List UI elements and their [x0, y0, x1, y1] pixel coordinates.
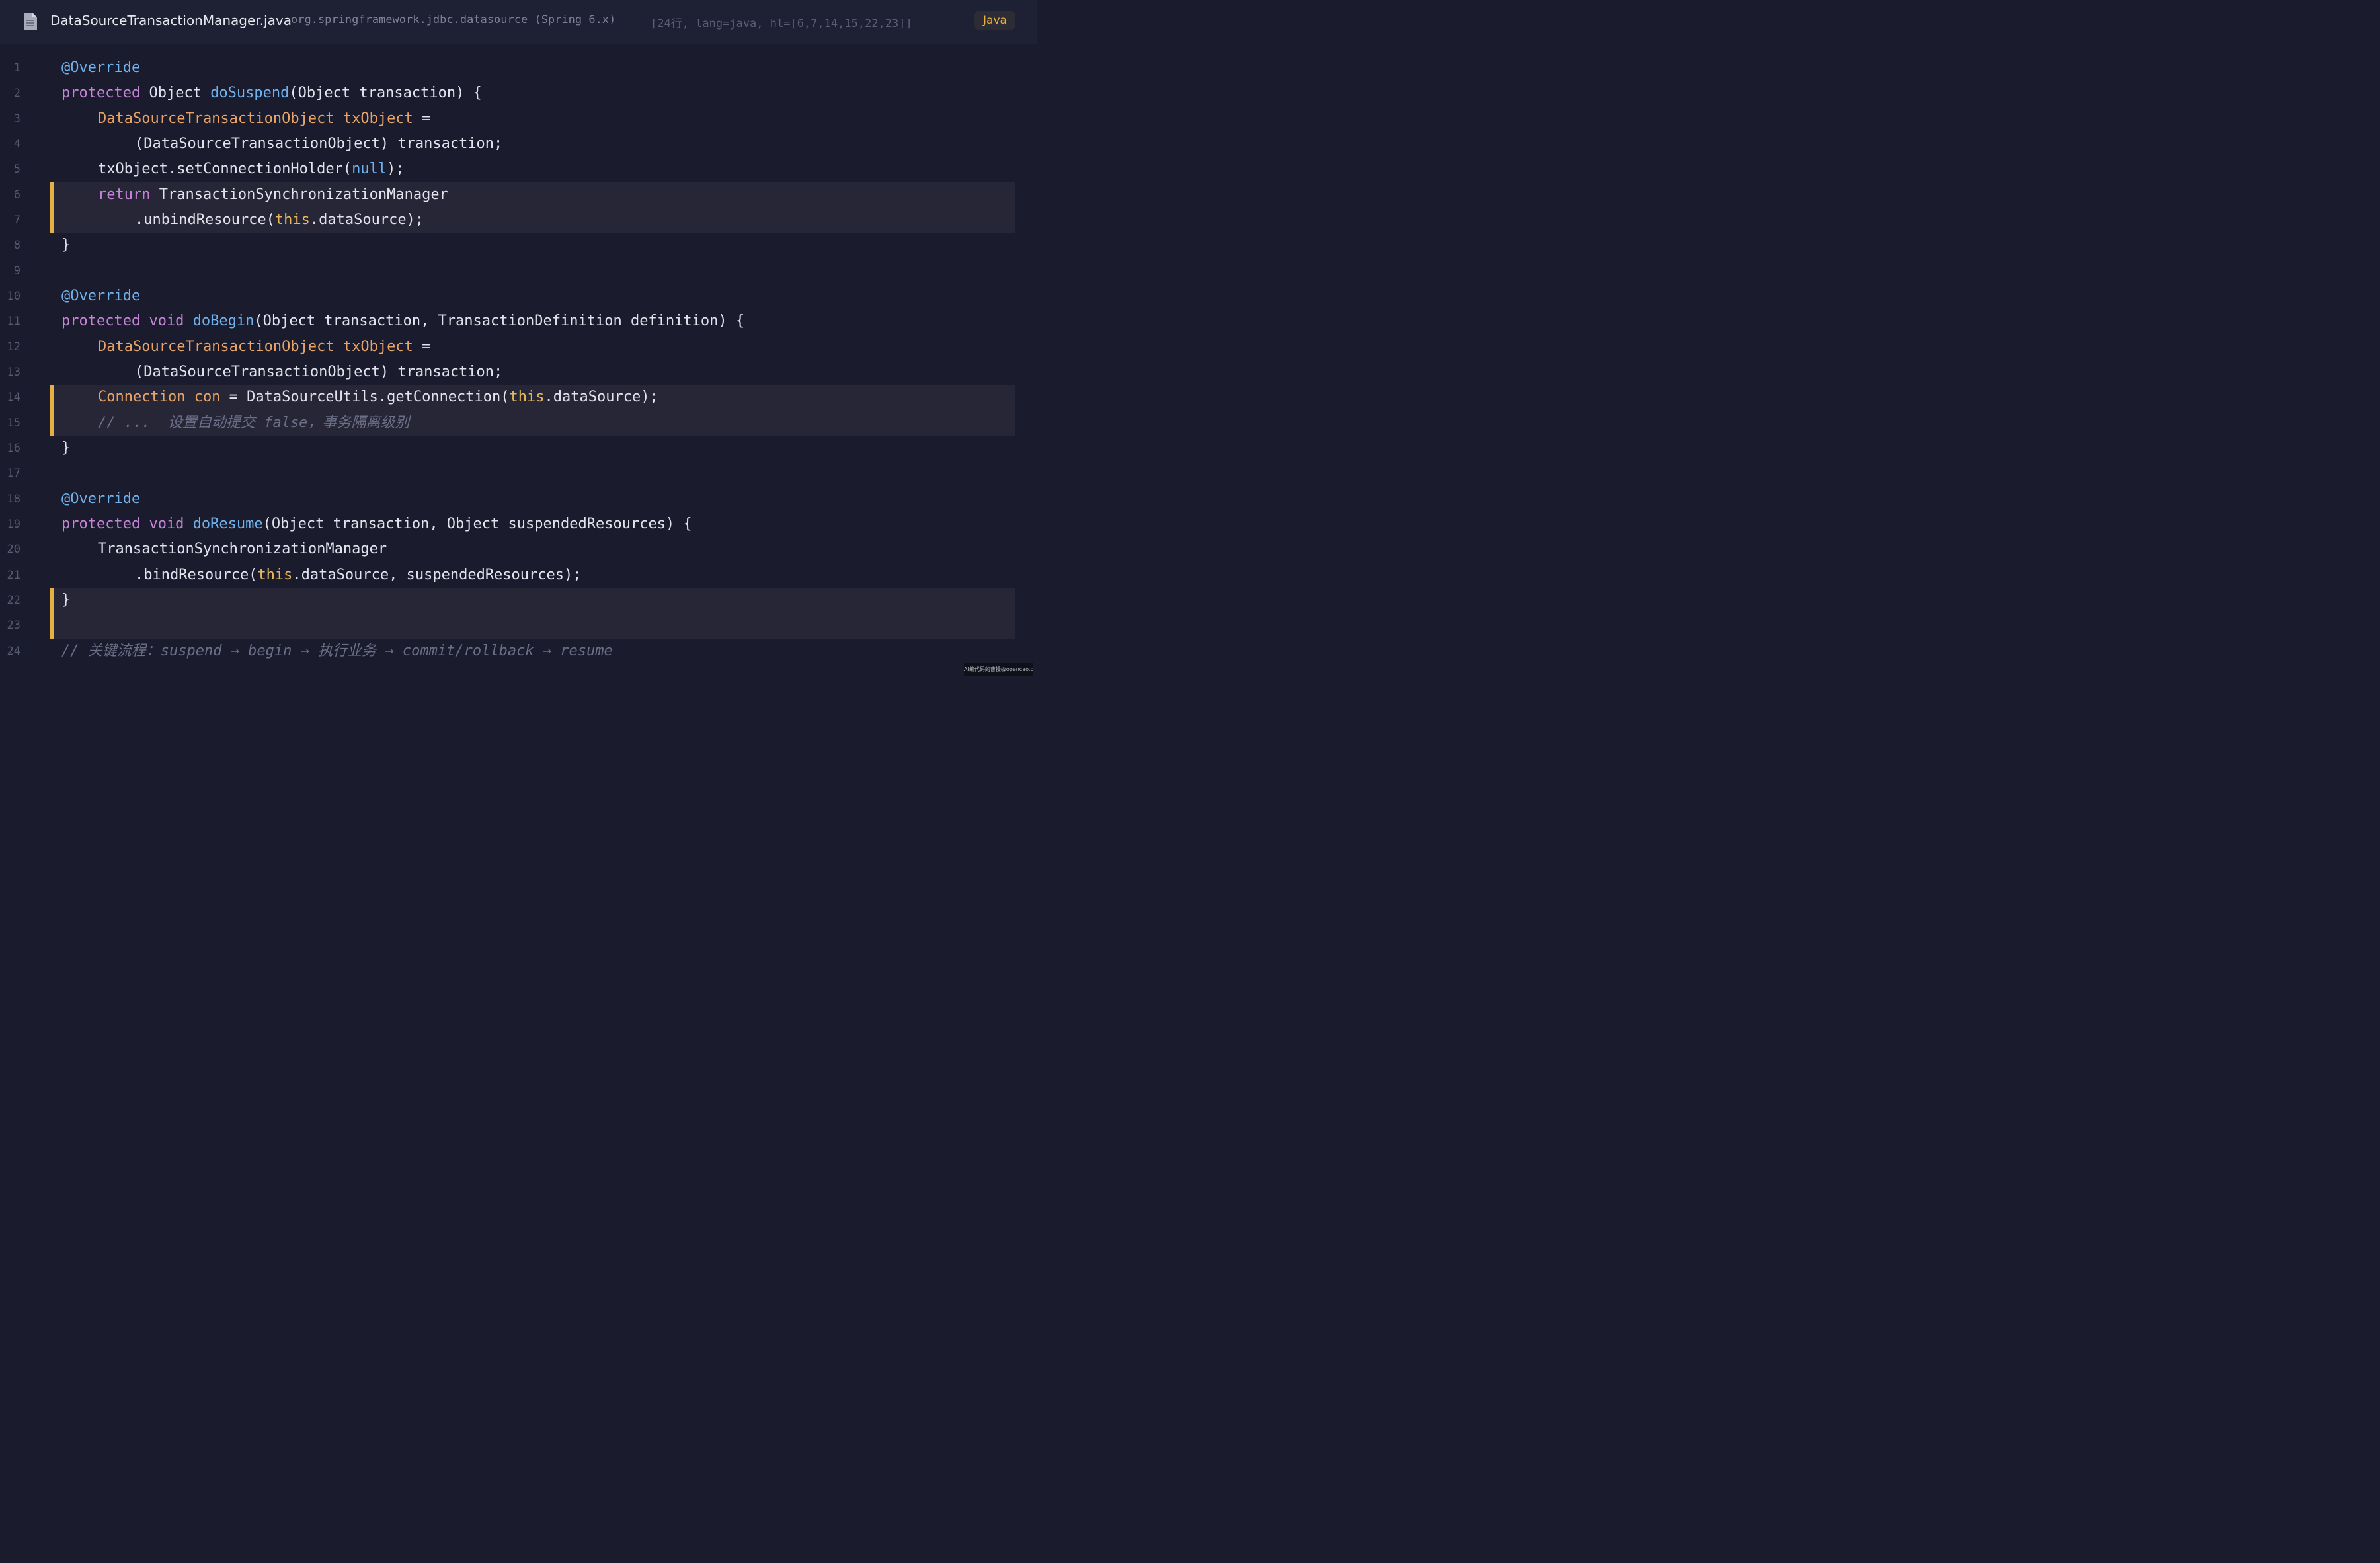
code-line: 2 protected Object doSuspend(Object tran… — [0, 81, 1037, 106]
code-line: 1 @Override — [0, 56, 1037, 81]
code-line: 10 @Override — [0, 284, 1037, 309]
code-text: @Override — [61, 60, 141, 76]
code-text: // 关键流程：suspend → begin → 执行业务 → commit/… — [61, 642, 613, 659]
code-line: 13 (DataSourceTransactionObject) transac… — [0, 360, 1037, 385]
file-meta: [24行, lang=java, hl=[6,7,14,15,22,23]] — [651, 17, 912, 30]
code-line: 11 protected void doBegin(Object transac… — [0, 309, 1037, 334]
line-number: 13 — [7, 365, 20, 379]
code-text: DataSourceTransactionObject txObject = — [98, 338, 431, 355]
code-line: 3 DataSourceTransactionObject txObject = — [0, 106, 1037, 132]
line-number: 23 — [7, 619, 20, 633]
code-text: @Override — [61, 490, 141, 507]
line-number: 10 — [7, 289, 20, 303]
code-line: 12 DataSourceTransactionObject txObject … — [0, 335, 1037, 360]
highlighted-code-line: 22 } — [0, 587, 1037, 614]
code-line: 17 — [0, 461, 1037, 486]
line-number: 20 — [7, 543, 20, 557]
code-line: 16 } — [0, 436, 1037, 461]
code-line: 18 @Override — [0, 487, 1037, 512]
code-line: 24 // 关键流程：suspend → begin → 执行业务 → comm… — [0, 639, 1037, 664]
code-text: TransactionSynchronizationManager — [98, 541, 387, 558]
line-number: 17 — [7, 467, 20, 481]
line-number: 14 — [7, 391, 20, 405]
code-text: protected void doResume(Object transacti… — [61, 515, 692, 532]
code-text: } — [61, 591, 71, 608]
file-icon — [24, 13, 37, 30]
line-number: 4 — [13, 137, 20, 151]
code-line: 19 protected void doResume(Object transa… — [0, 512, 1037, 537]
line-number: 8 — [13, 239, 20, 253]
code-text: (DataSourceTransactionObject) transactio… — [135, 363, 503, 380]
line-number: 9 — [13, 264, 20, 278]
code-line: 8 } — [0, 233, 1037, 258]
line-number: 11 — [7, 315, 20, 329]
code-text: @Override — [61, 287, 141, 304]
code-line: 20 TransactionSynchronizationManager — [0, 537, 1037, 562]
line-number: 15 — [7, 416, 20, 430]
highlighted-code-line: 23 — [0, 613, 1037, 639]
line-number: 18 — [7, 492, 20, 506]
code-line: 9 — [0, 259, 1037, 284]
highlighted-code-line: 15 // ... 设置自动提交 false，事务隔离级别 — [0, 410, 1037, 436]
line-number: 5 — [13, 163, 20, 177]
file-name: DataSourceTransactionManager.java — [50, 13, 292, 28]
code-text: txObject.setConnectionHolder(null); — [98, 161, 405, 178]
line-number: 1 — [13, 61, 20, 75]
code-text: .unbindResource(this.dataSource); — [135, 211, 424, 228]
watermark: AI编代码的曹操@opencao.cn — [964, 663, 1033, 676]
line-number: 12 — [7, 340, 20, 354]
line-number: 21 — [7, 568, 20, 582]
code-text: (DataSourceTransactionObject) transactio… — [135, 135, 503, 152]
code-text: protected Object doSuspend(Object transa… — [61, 85, 482, 102]
code-text: Connection con = DataSourceUtils.getConn… — [98, 389, 658, 406]
code-text: .bindResource(this.dataSource, suspended… — [135, 566, 582, 583]
highlighted-code-line: 6 return TransactionSynchronizationManag… — [0, 182, 1037, 208]
line-number: 3 — [13, 112, 20, 126]
code-text: } — [61, 237, 71, 254]
package-path: org.springframework.jdbc.datasource (Spr… — [291, 13, 616, 26]
line-number: 6 — [13, 188, 20, 202]
editor-header: DataSourceTransactionManager.java org.sp… — [0, 0, 1037, 44]
language-badge[interactable]: Java — [974, 11, 1015, 30]
code-text: // ... 设置自动提交 false，事务隔离级别 — [98, 414, 410, 431]
line-number: 2 — [13, 87, 20, 100]
code-editor[interactable]: 1 @Override 2 protected Object doSuspend… — [0, 56, 1037, 664]
line-number: 7 — [13, 213, 20, 227]
code-line: 4 (DataSourceTransactionObject) transact… — [0, 132, 1037, 157]
highlighted-code-line: 7 .unbindResource(this.dataSource); — [0, 207, 1037, 233]
code-text: return TransactionSynchronizationManager — [98, 186, 448, 203]
line-number: 22 — [7, 593, 20, 607]
highlighted-code-line: 14 Connection con = DataSourceUtils.getC… — [0, 385, 1037, 411]
code-text: DataSourceTransactionObject txObject = — [98, 110, 431, 127]
line-number: 16 — [7, 441, 20, 455]
code-line: 21 .bindResource(this.dataSource, suspen… — [0, 563, 1037, 588]
code-line: 5 txObject.setConnectionHolder(null); — [0, 157, 1037, 182]
line-number: 19 — [7, 517, 20, 531]
code-text: protected void doBegin(Object transactio… — [61, 313, 745, 330]
code-text: } — [61, 439, 71, 456]
line-number: 24 — [7, 644, 20, 658]
